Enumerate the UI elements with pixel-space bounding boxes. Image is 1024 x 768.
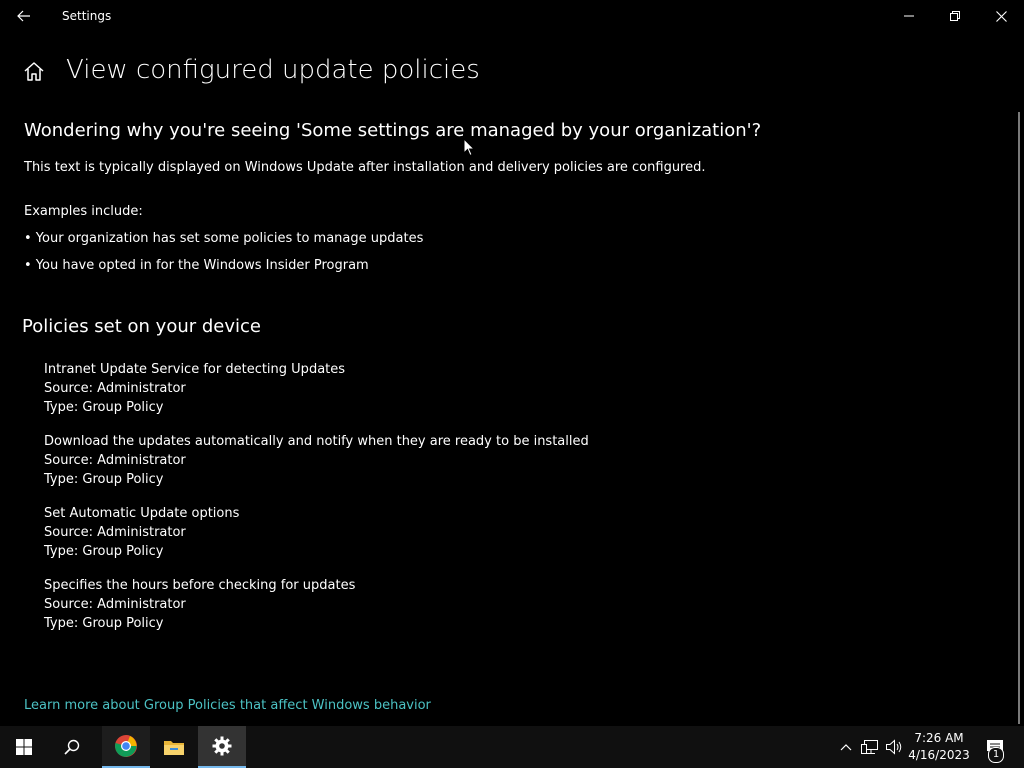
network-icon	[861, 740, 878, 754]
taskbar-file-explorer[interactable]	[150, 726, 198, 768]
policy-item: Download the updates automatically and n…	[44, 432, 589, 489]
chrome-icon	[115, 735, 137, 757]
examples-label: Examples include:	[24, 204, 143, 219]
gear-icon	[212, 736, 232, 756]
example-item: • Your organization has set some policie…	[24, 231, 424, 246]
description-text: This text is typically displayed on Wind…	[24, 160, 706, 175]
settings-window: Settings View configured update policies…	[0, 0, 1024, 726]
notification-count-badge: 1	[988, 747, 1004, 763]
learn-more-link[interactable]: Learn more about Group Policies that aff…	[24, 698, 431, 713]
policy-name: Download the updates automatically and n…	[44, 434, 589, 449]
title-bar: Settings	[0, 0, 1024, 32]
page-title: View configured update policies	[66, 55, 480, 85]
close-icon	[995, 10, 1007, 22]
close-button[interactable]	[978, 0, 1024, 32]
volume-icon	[886, 739, 902, 755]
policy-item: Intranet Update Service for detecting Up…	[44, 360, 345, 417]
policy-source: Source: Administrator	[44, 381, 186, 396]
show-hidden-icons-button[interactable]	[834, 726, 858, 768]
minimize-button[interactable]	[886, 0, 932, 32]
question-heading: Wondering why you're seeing 'Some settin…	[24, 120, 762, 141]
folder-icon	[164, 741, 184, 755]
policy-item: Specifies the hours before checking for …	[44, 576, 355, 633]
volume-button[interactable]	[882, 726, 906, 768]
taskbar-chrome[interactable]	[102, 726, 150, 768]
mouse-cursor-icon	[463, 138, 475, 157]
policy-name: Set Automatic Update options	[44, 506, 240, 521]
policy-type: Type: Group Policy	[44, 400, 164, 415]
restore-icon	[950, 11, 960, 21]
window-title: Settings	[62, 9, 112, 23]
taskbar-settings[interactable]	[198, 726, 246, 768]
example-item: • You have opted in for the Windows Insi…	[24, 258, 369, 273]
chevron-up-icon	[840, 744, 852, 751]
restore-button[interactable]	[932, 0, 978, 32]
taskbar: 7:26 AM 4/16/2023 1	[0, 726, 1024, 768]
back-button[interactable]	[8, 0, 40, 32]
policy-name: Intranet Update Service for detecting Up…	[44, 362, 346, 377]
home-icon[interactable]	[22, 60, 46, 84]
policy-name: Specifies the hours before checking for …	[44, 578, 356, 593]
policy-type: Type: Group Policy	[44, 544, 164, 559]
minimize-icon	[904, 15, 914, 17]
policy-source: Source: Administrator	[44, 453, 186, 468]
policy-type: Type: Group Policy	[44, 472, 164, 487]
policy-source: Source: Administrator	[44, 597, 186, 612]
taskbar-clock[interactable]: 7:26 AM 4/16/2023	[906, 730, 972, 764]
start-button[interactable]	[0, 726, 48, 768]
policy-item: Set Automatic Update options Source: Adm…	[44, 504, 239, 561]
windows-logo-icon	[16, 739, 32, 755]
policy-source: Source: Administrator	[44, 525, 186, 540]
network-button[interactable]	[858, 726, 882, 768]
policies-section-title: Policies set on your device	[22, 316, 261, 337]
search-icon	[64, 739, 80, 755]
clock-date: 4/16/2023	[908, 748, 970, 762]
scrollbar[interactable]	[1018, 112, 1020, 724]
clock-time: 7:26 AM	[914, 731, 964, 745]
search-button[interactable]	[48, 726, 96, 768]
back-arrow-icon	[17, 10, 30, 22]
policy-type: Type: Group Policy	[44, 616, 164, 631]
